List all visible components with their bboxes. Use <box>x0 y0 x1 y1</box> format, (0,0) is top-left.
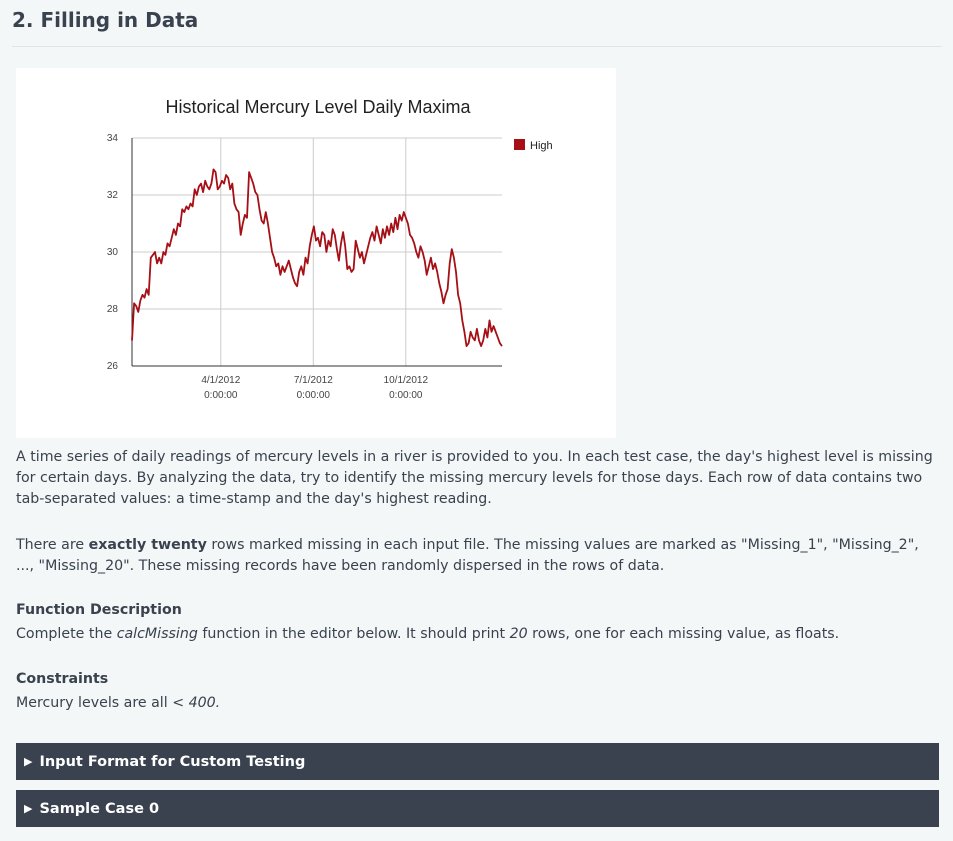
series-line-high <box>131 168 503 348</box>
function-name: calcMissing <box>116 626 198 642</box>
fd-pre: Complete the <box>16 626 117 642</box>
sample-case-accordion[interactable]: ▶ Sample Case 0 <box>16 790 939 827</box>
x-tick-label: 4/1/2012 <box>201 375 240 386</box>
expand-triangle-icon: ▶ <box>24 802 33 815</box>
missing-paragraph: There are exactly twenty rows marked mis… <box>16 535 936 577</box>
fd-mid: function in the editor below. It should … <box>197 626 510 642</box>
fd-post: rows, one for each missing value, as flo… <box>527 626 840 642</box>
legend-label: High <box>530 140 553 152</box>
missing-text-bold: exactly twenty <box>88 537 207 553</box>
chart-container: Historical Mercury Level Daily Maxima 34 3… <box>16 68 616 438</box>
x-tick-label: 0:00:00 <box>204 390 238 401</box>
constraints-title: Constraints <box>16 671 109 687</box>
constraints-pre: Mercury levels are all <box>16 695 173 711</box>
heading-divider <box>12 46 942 47</box>
constraints-text: Mercury levels are all < 400. <box>16 693 936 714</box>
section-heading: 2. Filling in Data <box>12 8 199 32</box>
function-description-text: Complete the calcMissing function in the… <box>16 624 936 645</box>
y-tick-label: 32 <box>107 190 119 201</box>
row-count: 20 <box>509 626 528 642</box>
input-format-accordion[interactable]: ▶ Input Format for Custom Testing <box>16 743 939 780</box>
constraints-value: < 400. <box>172 695 221 711</box>
y-tick-label: 26 <box>107 361 119 372</box>
intro-paragraph: A time series of daily readings of mercu… <box>16 449 933 507</box>
accordion-label: Sample Case 0 <box>39 800 160 817</box>
chart-title: Historical Mercury Level Daily Maxima <box>165 97 471 117</box>
expand-triangle-icon: ▶ <box>24 755 33 768</box>
y-tick-label: 34 <box>107 133 119 144</box>
x-tick-label: 7/1/2012 <box>294 375 333 386</box>
mercury-chart: Historical Mercury Level Daily Maxima 34 3… <box>107 97 553 401</box>
y-tick-label: 30 <box>107 247 119 258</box>
function-description-title: Function Description <box>16 602 182 618</box>
x-tick-label: 10/1/2012 <box>384 375 429 386</box>
x-tick-label: 0:00:00 <box>297 390 331 401</box>
accordion-label: Input Format for Custom Testing <box>39 753 306 770</box>
x-tick-label: 0:00:00 <box>389 390 423 401</box>
y-tick-label: 28 <box>107 304 119 315</box>
legend-swatch <box>514 139 525 150</box>
missing-text-pre: There are <box>16 537 89 553</box>
